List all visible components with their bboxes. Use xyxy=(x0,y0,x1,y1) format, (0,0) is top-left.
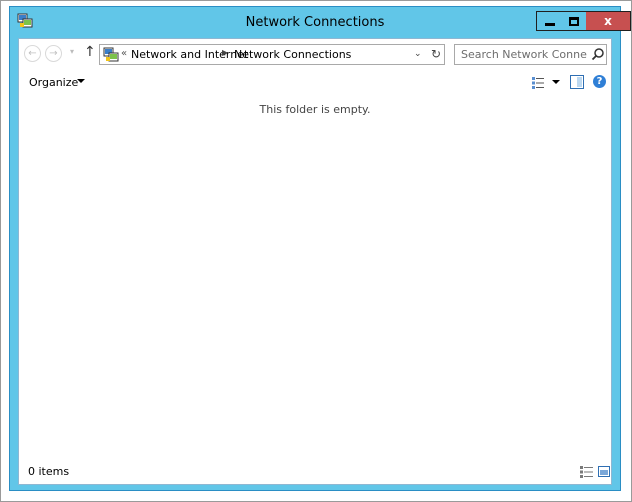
address-dropdown-icon[interactable]: ⌄ xyxy=(414,49,422,59)
explorer-client-area: ← → ▾ ↑ « Network and Internet ▶ Network… xyxy=(18,38,612,485)
forward-button[interactable]: → xyxy=(45,45,62,62)
address-bar[interactable]: « Network and Internet ▶ Network Connect… xyxy=(99,44,445,65)
maximize-button[interactable] xyxy=(562,11,587,31)
title-bar[interactable]: Network Connections x xyxy=(10,7,631,38)
view-options-dropdown-icon[interactable] xyxy=(552,80,560,84)
forward-arrow-icon: → xyxy=(49,48,58,59)
window-title: Network Connections xyxy=(245,15,385,30)
minimize-button[interactable] xyxy=(536,11,563,31)
breadcrumb-overflow-icon[interactable]: « xyxy=(121,48,127,59)
back-button[interactable]: ← xyxy=(24,45,41,62)
details-view-icon[interactable] xyxy=(580,466,593,478)
minimize-icon xyxy=(545,23,555,26)
up-button[interactable]: ↑ xyxy=(84,44,96,60)
organize-dropdown-icon[interactable] xyxy=(77,79,85,83)
screenshot-frame: Network Connections x ← → ▾ ↑ « Network … xyxy=(0,0,632,502)
preview-pane-icon[interactable] xyxy=(570,75,584,89)
recent-locations-button[interactable]: ▾ xyxy=(70,47,74,56)
up-arrow-icon: ↑ xyxy=(84,44,96,60)
back-arrow-icon: ← xyxy=(28,48,37,59)
explorer-window: Network Connections x ← → ▾ ↑ « Network … xyxy=(9,6,631,491)
breadcrumb-separator-icon[interactable]: ▶ xyxy=(222,48,228,57)
breadcrumb-network-and-internet[interactable]: Network and Internet xyxy=(131,48,248,61)
empty-folder-message: This folder is empty. xyxy=(259,103,371,116)
search-icon[interactable] xyxy=(591,47,605,61)
search-box[interactable] xyxy=(454,44,607,65)
network-connections-icon xyxy=(103,47,119,62)
breadcrumb-network-connections[interactable]: Network Connections xyxy=(234,48,351,61)
navigation-bar: ← → ▾ ↑ « Network and Internet ▶ Network… xyxy=(19,39,611,69)
refresh-icon[interactable]: ↻ xyxy=(431,47,441,61)
large-icons-view-icon[interactable] xyxy=(598,466,610,477)
help-icon[interactable]: ? xyxy=(593,75,606,88)
view-options-icon[interactable] xyxy=(532,77,544,89)
command-bar: Organize ? xyxy=(19,69,611,97)
organize-button[interactable]: Organize xyxy=(29,76,78,89)
item-count: 0 items xyxy=(28,465,70,478)
close-icon: x xyxy=(604,14,612,28)
status-bar: 0 items xyxy=(19,460,611,484)
chevron-down-icon: ▾ xyxy=(70,47,75,56)
close-button[interactable]: x xyxy=(586,11,631,31)
search-input[interactable] xyxy=(455,45,587,64)
maximize-icon xyxy=(569,17,579,26)
